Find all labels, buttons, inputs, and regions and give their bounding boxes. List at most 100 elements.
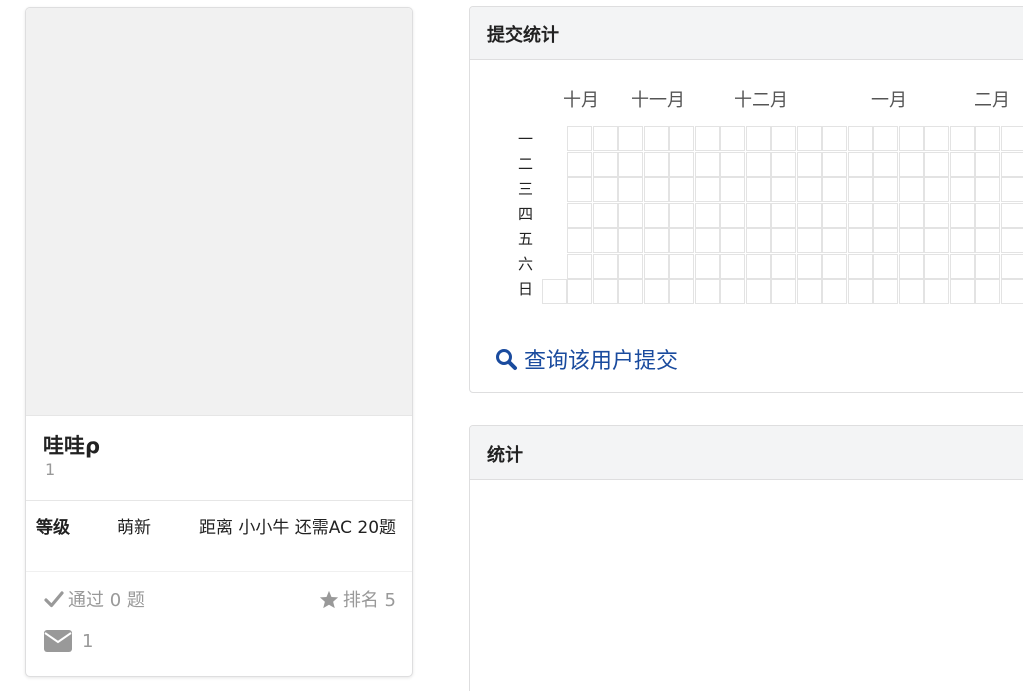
message-row[interactable]: 1	[44, 630, 93, 652]
heatmap-cell	[924, 228, 949, 253]
month-label: 十月	[563, 90, 599, 111]
heatmap-cell	[745, 228, 771, 253]
weekday-label: 一	[518, 130, 534, 148]
heatmap-cell	[924, 126, 949, 151]
envelope-icon	[44, 630, 72, 652]
month-label: 二月	[974, 90, 1010, 111]
heatmap-cell	[643, 202, 669, 228]
heatmap-cell	[694, 151, 720, 177]
heatmap-cell	[745, 177, 771, 202]
query-submissions-link[interactable]: 查询该用户提交	[494, 343, 678, 375]
heatmap-cell	[694, 279, 720, 304]
heatmap-cell	[975, 228, 1000, 253]
heatmap-cell	[567, 228, 592, 253]
heatmap-cell	[822, 151, 847, 177]
heatmap-cell	[618, 253, 643, 279]
heatmap-cell	[745, 151, 771, 177]
heatmap-cell	[1000, 228, 1023, 253]
heatmap-cell	[745, 202, 771, 228]
heatmap-cell	[694, 253, 720, 279]
heatmap-cell	[847, 202, 873, 228]
heatmap-cell	[771, 228, 796, 253]
weekday-label: 五	[518, 230, 534, 248]
heatmap-cell	[694, 228, 720, 253]
heatmap-cell	[847, 228, 873, 253]
weekday-label: 六	[518, 255, 534, 273]
panel-title: 统计	[470, 426, 1023, 480]
rank-row: 等级 萌新 距离 小小牛 还需AC 20题	[26, 513, 412, 543]
heatmap-cell	[592, 202, 618, 228]
heatmap-cell	[1000, 126, 1023, 151]
profile-card: 哇哇ρ 1 等级 萌新 距离 小小牛 还需AC 20题 通过 0 题 排名 5	[25, 7, 413, 677]
heatmap-cell	[720, 202, 745, 228]
heatmap-cell	[924, 202, 949, 228]
heatmap-cell	[822, 177, 847, 202]
avatar[interactable]	[26, 8, 412, 416]
heatmap-cell	[669, 253, 694, 279]
heatmap-cell	[745, 279, 771, 304]
message-count: 1	[82, 630, 94, 652]
weekday-label: 四	[518, 205, 534, 223]
heatmap-cell	[898, 202, 924, 228]
heatmap-cell	[1000, 202, 1023, 228]
heatmap-cell	[694, 177, 720, 202]
month-label: 十二月	[734, 90, 788, 111]
heatmap-cell	[898, 126, 924, 151]
rank-label: 等级	[36, 518, 70, 538]
heatmap-cell	[643, 177, 669, 202]
heatmap-cell	[796, 253, 822, 279]
heatmap-cell	[669, 177, 694, 202]
heatmap-cell	[796, 126, 822, 151]
rank-value: 萌新	[117, 518, 151, 538]
passed-stat: 通过 0 题	[44, 586, 145, 612]
weekday-label: 二	[518, 155, 534, 173]
heatmap-cell	[873, 253, 898, 279]
heatmap-cell	[822, 279, 847, 304]
heatmap-cell	[567, 279, 592, 304]
heatmap-cell	[694, 126, 720, 151]
heatmap-cell	[745, 126, 771, 151]
heatmap-cell	[822, 126, 847, 151]
user-subtitle: 1	[45, 460, 56, 479]
heatmap-cell	[745, 253, 771, 279]
heatmap-cell	[669, 279, 694, 304]
heatmap-cell	[975, 126, 1000, 151]
heatmap-cell	[924, 177, 949, 202]
heatmap-cell	[949, 177, 975, 202]
heatmap-cell	[771, 177, 796, 202]
weekday-label: 三	[518, 180, 534, 198]
heatmap-cell	[873, 279, 898, 304]
month-label: 一月	[871, 90, 907, 111]
heatmap-cell	[949, 202, 975, 228]
weekday-label: 日	[518, 280, 534, 298]
heatmap-cell	[898, 151, 924, 177]
heatmap-cell	[669, 126, 694, 151]
heatmap-cell	[771, 126, 796, 151]
heatmap-cell	[1000, 177, 1023, 202]
rank-next-goal: 距离 小小牛 还需AC 20题	[199, 518, 397, 538]
heatmap-cell	[847, 126, 873, 151]
heatmap-cell	[847, 253, 873, 279]
heatmap-cell	[873, 202, 898, 228]
heatmap-cell	[796, 177, 822, 202]
star-icon	[319, 590, 339, 609]
heatmap-cell	[796, 279, 822, 304]
heatmap-cell	[592, 126, 618, 151]
heatmap-cell	[720, 177, 745, 202]
heatmap-cell	[669, 202, 694, 228]
heatmap-cell	[924, 279, 949, 304]
heatmap-cell	[618, 126, 643, 151]
heatmap-cell	[796, 228, 822, 253]
heatmap-cell	[618, 279, 643, 304]
heatmap-cell	[567, 202, 592, 228]
heatmap-cell	[567, 177, 592, 202]
heatmap-cell	[1000, 279, 1023, 304]
ranking-value: 排名 5	[342, 590, 396, 611]
heatmap-cell	[796, 151, 822, 177]
heatmap-cell	[949, 126, 975, 151]
heatmap-cell	[847, 151, 873, 177]
search-icon	[494, 347, 518, 371]
heatmap-cell	[694, 202, 720, 228]
passed-count: 通过 0 题	[68, 590, 145, 611]
heatmap-cell	[975, 177, 1000, 202]
